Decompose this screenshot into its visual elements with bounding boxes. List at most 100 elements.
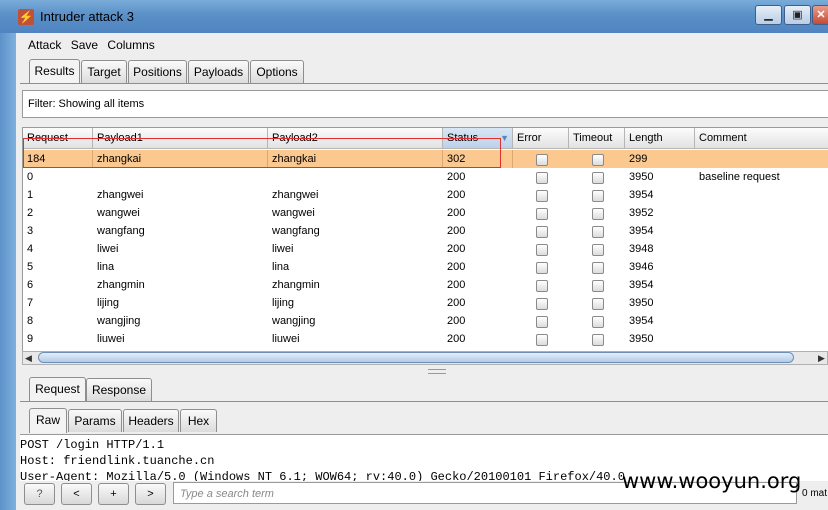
tab-response[interactable]: Response xyxy=(86,378,152,401)
burp-app-icon: ⚡ xyxy=(18,9,34,25)
cell-comment xyxy=(695,240,828,258)
menu-columns[interactable]: Columns xyxy=(107,38,154,52)
timeout-checkbox xyxy=(592,280,604,292)
request-host-line: Host: friendlink.tuanche.cn xyxy=(20,454,215,468)
scroll-left-icon[interactable]: ◀ xyxy=(25,353,32,364)
tab-positions[interactable]: Positions xyxy=(128,60,187,83)
timeout-checkbox xyxy=(592,172,604,184)
error-checkbox xyxy=(536,208,548,220)
timeout-checkbox xyxy=(592,154,604,166)
cell-payload2: lijing xyxy=(272,297,295,309)
column-header-timeout[interactable]: Timeout xyxy=(569,128,625,149)
cell-length: 3952 xyxy=(629,207,654,219)
tab-payloads[interactable]: Payloads xyxy=(188,60,249,83)
cell-payload1: zhangmin xyxy=(97,279,145,291)
cell-comment xyxy=(695,150,828,168)
tab-raw[interactable]: Raw xyxy=(29,408,67,433)
cell-length: 3950 xyxy=(629,297,654,309)
table-row[interactable]: 5 lina lina 200 3946 xyxy=(23,258,828,276)
detail-tab-divider xyxy=(20,401,828,402)
cell-comment xyxy=(695,312,828,330)
cell-length: 3954 xyxy=(629,189,654,201)
tab-divider xyxy=(20,83,828,84)
timeout-checkbox xyxy=(592,262,604,274)
window-frame xyxy=(0,33,16,510)
cell-request: 4 xyxy=(27,243,34,255)
cell-payload2: lina xyxy=(272,261,290,273)
filter-label: Filter: Showing all items xyxy=(28,98,145,110)
close-button[interactable]: ✕ xyxy=(812,5,828,25)
table-row[interactable]: 3 wangfang wangfang 200 3954 xyxy=(23,222,828,240)
cell-payload1: wangfang xyxy=(97,225,145,237)
table-row[interactable]: 7 lijing lijing 200 3950 xyxy=(23,294,828,312)
cell-request: 1 xyxy=(27,189,34,201)
menu-bar: Attack Save Columns xyxy=(28,38,161,52)
table-row[interactable]: 8 wangjing wangjing 200 3954 xyxy=(23,312,828,330)
cell-payload1: liwei xyxy=(97,243,119,255)
cell-payload2: wangjing xyxy=(272,315,316,327)
column-header-error[interactable]: Error xyxy=(513,128,569,149)
tab-options[interactable]: Options xyxy=(250,60,304,83)
match-count: 0 mat xyxy=(802,488,828,499)
table-row[interactable]: 0 200 3950 baseline request xyxy=(23,168,828,186)
cell-comment: baseline request xyxy=(699,171,780,183)
tab-params[interactable]: Params xyxy=(68,409,122,432)
menu-attack[interactable]: Attack xyxy=(28,38,61,52)
maximize-button[interactable]: ▣ xyxy=(784,5,811,25)
cell-status: 200 xyxy=(447,333,466,345)
menu-save[interactable]: Save xyxy=(71,38,98,52)
filter-bar[interactable]: Filter: Showing all items xyxy=(22,90,828,118)
cell-comment xyxy=(695,330,828,348)
cell-length: 3954 xyxy=(629,279,654,291)
sort-descending-icon: ▼ xyxy=(500,133,509,143)
next-button[interactable]: > xyxy=(135,483,166,505)
previous-button[interactable]: < xyxy=(61,483,92,505)
table-row[interactable]: 2 wangwei wangwei 200 3952 xyxy=(23,204,828,222)
table-row[interactable]: 9 liuwei liuwei 200 3950 xyxy=(23,330,828,348)
column-header-length[interactable]: Length xyxy=(625,128,695,149)
cell-payload1: liuwei xyxy=(97,333,125,345)
cell-request: 7 xyxy=(27,297,34,309)
cell-payload2: liwei xyxy=(272,243,294,255)
timeout-checkbox xyxy=(592,334,604,346)
error-checkbox xyxy=(536,172,548,184)
cell-request: 9 xyxy=(27,333,34,345)
cell-payload1: lina xyxy=(97,261,115,273)
tab-headers[interactable]: Headers xyxy=(123,409,179,432)
scroll-right-icon[interactable]: ▶ xyxy=(818,353,825,364)
add-button[interactable]: + xyxy=(98,483,129,505)
cell-status: 200 xyxy=(447,279,466,291)
cell-comment xyxy=(695,186,828,204)
column-header-comment[interactable]: Comment xyxy=(695,128,828,149)
cell-request: 0 xyxy=(27,171,34,183)
table-row[interactable]: 6 zhangmin zhangmin 200 3954 xyxy=(23,276,828,294)
cell-payload1 xyxy=(93,168,268,186)
cell-length: 3950 xyxy=(629,171,654,183)
cell-length: 299 xyxy=(629,153,648,165)
timeout-checkbox xyxy=(592,316,604,328)
cell-comment xyxy=(695,294,828,312)
cell-comment xyxy=(695,258,828,276)
tab-hex[interactable]: Hex xyxy=(180,409,217,432)
tab-results[interactable]: Results xyxy=(29,59,80,84)
table-row[interactable]: 4 liwei liwei 200 3948 xyxy=(23,240,828,258)
timeout-checkbox xyxy=(592,298,604,310)
timeout-checkbox xyxy=(592,226,604,238)
tab-request[interactable]: Request xyxy=(29,377,86,402)
error-checkbox xyxy=(536,298,548,310)
cell-length: 3954 xyxy=(629,315,654,327)
cell-status: 200 xyxy=(447,297,466,309)
cell-length: 3946 xyxy=(629,261,654,273)
tab-target[interactable]: Target xyxy=(81,60,127,83)
table-row[interactable]: 1 zhangwei zhangwei 200 3954 xyxy=(23,186,828,204)
cell-status: 200 xyxy=(447,171,466,183)
pane-splitter[interactable] xyxy=(428,369,446,374)
help-button[interactable]: ? xyxy=(24,483,55,505)
cell-length: 3954 xyxy=(629,225,654,237)
scrollbar-thumb[interactable] xyxy=(38,352,794,363)
window-title: Intruder attack 3 xyxy=(40,9,134,24)
cell-request: 3 xyxy=(27,225,34,237)
error-checkbox xyxy=(536,226,548,238)
minimize-button[interactable]: ▁ xyxy=(755,5,782,25)
cell-status: 200 xyxy=(447,207,466,219)
